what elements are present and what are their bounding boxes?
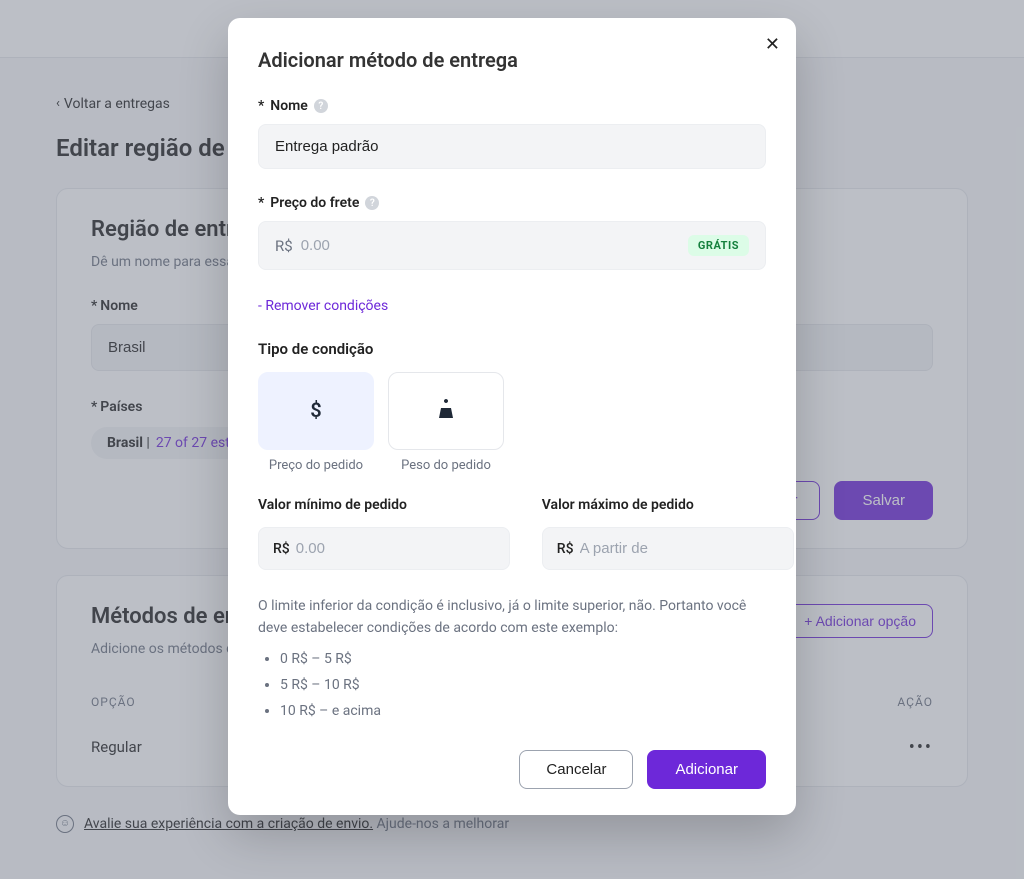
help-icon[interactable]: ? [314,99,328,113]
cancel-button[interactable]: Cancelar [519,750,633,789]
condition-title: Tipo de condição [258,340,766,358]
currency-prefix: R$ [273,541,290,557]
help-icon[interactable]: ? [365,196,379,210]
max-input[interactable] [580,540,779,557]
modal-price-label: *Preço do frete ? [258,195,766,211]
max-field[interactable]: R$ [542,527,794,570]
modal-price-input[interactable] [301,237,680,254]
list-item: 0 R$ – 5 R$ [280,649,766,671]
submit-button[interactable]: Adicionar [647,750,766,789]
modal-name-label: *Nome ? [258,98,766,114]
close-icon[interactable]: ✕ [765,34,780,55]
min-label: Valor mínimo de pedido [258,497,510,513]
modal-name-input[interactable] [275,138,749,155]
modal-title: Adicionar método de entrega [258,48,766,72]
list-item: 5 R$ – 10 R$ [280,675,766,697]
remove-conditions-link[interactable]: - Remover condições [258,298,766,314]
condition-price-option[interactable]: $ [258,372,374,450]
min-field[interactable]: R$ [258,527,510,570]
min-input[interactable] [296,540,495,557]
max-label: Valor máximo de pedido [542,497,794,513]
dollar-icon: $ [304,399,328,423]
condition-price-caption: Preço do pedido [258,458,374,473]
weight-icon [434,399,458,423]
add-shipping-method-modal: ✕ Adicionar método de entrega *Nome ? *P… [228,18,796,815]
modal-price-field[interactable]: R$ GRÁTIS [258,221,766,270]
condition-weight-option[interactable] [388,372,504,450]
svg-text:$: $ [310,399,321,422]
modal-name-field[interactable] [258,124,766,169]
condition-weight-caption: Peso do pedido [388,458,504,473]
modal-overlay: ✕ Adicionar método de entrega *Nome ? *P… [0,0,1024,879]
condition-explain: O limite inferior da condição é inclusiv… [258,596,766,722]
free-badge: GRÁTIS [688,235,749,256]
currency-prefix: R$ [557,541,574,557]
list-item: 10 R$ – e acima [280,701,766,723]
currency-prefix: R$ [275,237,293,255]
